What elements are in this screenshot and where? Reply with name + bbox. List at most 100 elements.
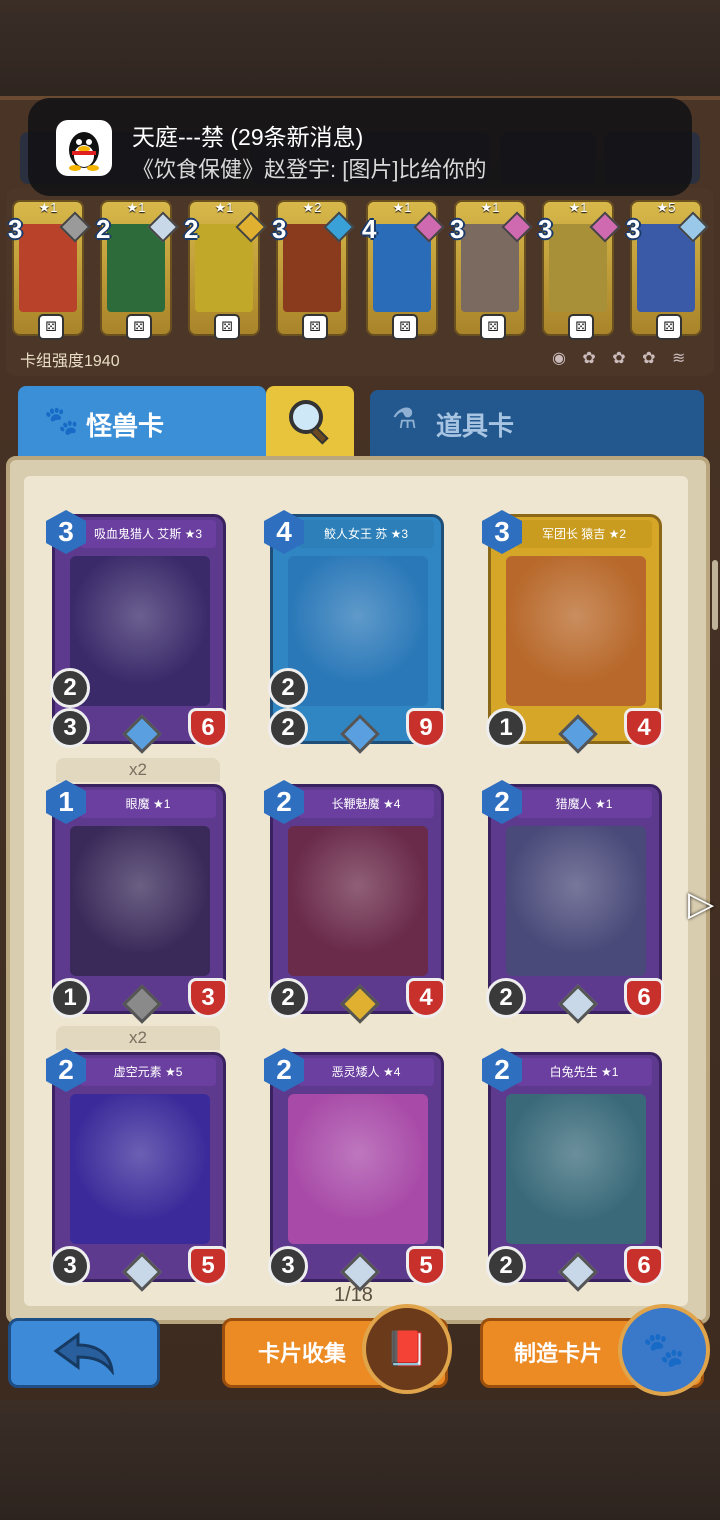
card-name: 鲛人女王 苏 ★3 [298,520,434,548]
back-button[interactable] [8,1318,160,1388]
tab-item-cards[interactable] [370,390,704,456]
card-art [288,826,428,976]
monster-card[interactable]: 猎魔人 ★1 2 2 6 [482,780,664,1024]
card-attack: 2 [486,978,526,1018]
tab-item-label: 道具卡 [436,411,515,441]
deck-card[interactable]: ★1 2 ⚄ [184,200,267,340]
dice-icon: ⚄ [480,314,506,340]
bottom-wood-bar [0,1400,720,1520]
card-name: 猎魔人 ★1 [516,790,652,818]
next-page-arrow[interactable]: ▷ [688,884,714,924]
dice-icon: ⚄ [656,314,682,340]
dice-icon: ⚄ [392,314,418,340]
deck-card-art [107,224,165,312]
card-art [70,1094,210,1244]
paw-icon: 🐾 [44,405,79,436]
deck-card-cost: 2 [184,214,199,244]
deck-card-art [195,224,253,312]
qq-notification[interactable]: 天庭---禁 (29条新消息) 《饮食保健》赵登宇: [图片]比给你的 [28,98,692,196]
deck-filter-icons[interactable]: ◉ ✿ ✿ ✿ ≋ [552,348,691,368]
card-health: 4 [406,978,446,1018]
deck-card-art [19,224,77,312]
card-attack: 3 [50,708,90,748]
card-name: 军团长 猿吉 ★2 [516,520,652,548]
qq-penguin-icon [56,120,112,176]
deck-card[interactable]: ★1 3 ⚄ [450,200,533,340]
monster-card[interactable]: 恶灵矮人 ★4 2 3 5 [264,1048,446,1292]
dice-icon: ⚄ [568,314,594,340]
deck-card-art [373,224,431,312]
magnifier-icon [289,400,329,445]
card-art [288,556,428,706]
card-health: 5 [406,1246,446,1286]
scrollbar[interactable] [712,560,718,630]
notification-title: 天庭---禁 (29条新消息) [132,124,364,150]
deck-card-cost: 3 [8,214,23,244]
potion-jar-icon[interactable]: 🐾 [618,1304,710,1396]
monster-card[interactable]: 鲛人女王 苏 ★3 4 2 9 2 [264,510,446,754]
card-attack: 1 [50,978,90,1018]
card-copies-label: x2 [56,1026,220,1050]
top-wood-bar [0,0,720,110]
card-attack: 2 [268,708,308,748]
card-attack: 3 [50,1246,90,1286]
card-name: 虚空元素 ★5 [80,1058,216,1086]
card-health: 5 [188,1246,228,1286]
card-health: 3 [188,978,228,1018]
card-name: 眼魔 ★1 [80,790,216,818]
card-health: 4 [624,708,664,748]
card-art [70,556,210,706]
card-attack: 2 [486,1246,526,1286]
deck-card[interactable]: ★2 3 ⚄ [272,200,355,340]
card-health: 6 [188,708,228,748]
deck-card-cost: 3 [626,214,641,244]
monster-card[interactable]: 军团长 猿吉 ★2 3 1 4 [482,510,664,754]
deck-card-cost: 2 [96,214,111,244]
card-secondary-stat: 2 [50,668,90,708]
card-attack: 2 [268,978,308,1018]
card-name: 吸血鬼猎人 艾斯 ★3 [80,520,216,548]
deck-power-label: 卡组强度1940 [20,353,120,370]
page-indicator: 1/18 [334,1284,373,1306]
dice-icon: ⚄ [214,314,240,340]
card-name: 白兔先生 ★1 [516,1058,652,1086]
card-art [506,826,646,976]
card-art [506,1094,646,1244]
deck-card[interactable]: ★1 4 ⚄ [362,200,445,340]
deck-card[interactable]: ★1 3 ⚄ [538,200,621,340]
craft-card-label: 制造卡片 [514,1341,603,1366]
card-health: 9 [406,708,446,748]
card-collection-label: 卡片收集 [258,1341,347,1366]
dice-icon: ⚄ [126,314,152,340]
deck-card-art [283,224,341,312]
monster-card[interactable]: 长鞭魅魔 ★4 2 2 4 [264,780,446,1024]
deck-card[interactable]: ★1 2 ⚄ [96,200,179,340]
dice-icon: ⚄ [302,314,328,340]
card-name: 恶灵矮人 ★4 [298,1058,434,1086]
deck-card-art [549,224,607,312]
monster-card[interactable]: 吸血鬼猎人 艾斯 ★3 3 3 6 2 [46,510,228,754]
deck-card-art [637,224,695,312]
deck-card-cost: 3 [450,214,465,244]
deck-card-art [461,224,519,312]
flask-icon: ⚗ [392,403,418,434]
card-copies-label: x2 [56,758,220,782]
monster-card[interactable]: 白兔先生 ★1 2 2 6 [482,1048,664,1292]
tab-monster-label: 怪兽卡 [86,411,165,441]
card-attack: 3 [268,1246,308,1286]
card-name: 长鞭魅魔 ★4 [298,790,434,818]
card-art [70,826,210,976]
card-book-icon[interactable]: 📕 [362,1304,452,1394]
deck-card-cost: 3 [272,214,287,244]
monster-card[interactable]: 眼魔 ★1 1 1 3 [46,780,228,1024]
card-art [288,1094,428,1244]
back-arrow-icon [53,1332,114,1375]
deck-card[interactable]: ★1 3 ⚄ [8,200,91,340]
monster-card[interactable]: 虚空元素 ★5 2 3 5 [46,1048,228,1292]
card-art [506,556,646,706]
deck-card-cost: 3 [538,214,553,244]
notification-body: 《饮食保健》赵登宇: [图片]比给你的 [132,157,487,182]
search-button[interactable] [266,386,354,456]
card-health: 6 [624,1246,664,1286]
deck-card[interactable]: ★5 3 ⚄ [626,200,709,340]
